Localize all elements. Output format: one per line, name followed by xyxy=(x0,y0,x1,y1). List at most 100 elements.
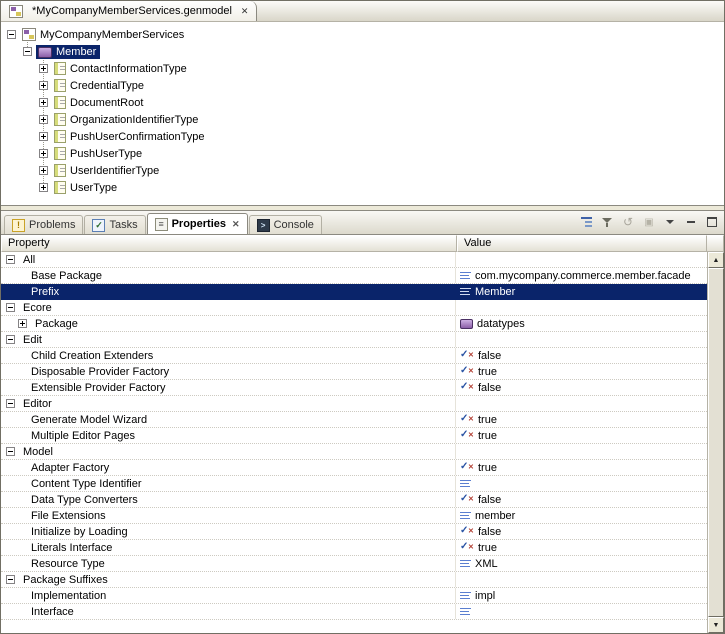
property-row-content-type-identifier[interactable]: Content Type Identifier xyxy=(1,476,707,492)
tree-item-usertype[interactable]: UserType xyxy=(1,179,724,196)
tab-console[interactable]: Console xyxy=(248,215,322,234)
expand-icon[interactable] xyxy=(39,115,48,124)
property-value-cell[interactable] xyxy=(456,396,707,411)
property-name-cell: Data Type Converters xyxy=(1,492,456,507)
property-value-cell[interactable]: datatypes xyxy=(456,316,707,331)
property-value-cell[interactable]: false xyxy=(456,380,707,395)
property-row-package[interactable]: Package datatypes xyxy=(1,316,707,332)
property-row-base-package[interactable]: Base Package com.mycompany.commerce.membe… xyxy=(1,268,707,284)
collapse-icon[interactable] xyxy=(6,399,15,408)
collapse-icon[interactable] xyxy=(23,47,32,56)
property-row-implementation[interactable]: Implementation impl xyxy=(1,588,707,604)
category-row-ecore[interactable]: Ecore xyxy=(1,300,707,316)
expand-icon[interactable] xyxy=(39,98,48,107)
property-row-data-type-converters[interactable]: Data Type Converters false xyxy=(1,492,707,508)
property-row-generate-model-wizard[interactable]: Generate Model Wizard true xyxy=(1,412,707,428)
property-value-cell[interactable]: true xyxy=(456,364,707,379)
tree-item-selection: ContactInformationType xyxy=(52,61,191,76)
tree-item-documentroot[interactable]: DocumentRoot xyxy=(1,94,724,111)
tree-item-contactinformationtype[interactable]: ContactInformationType xyxy=(1,60,724,77)
category-row-edit[interactable]: Edit xyxy=(1,332,707,348)
category-row-all[interactable]: All xyxy=(1,252,707,268)
bool-value-icon xyxy=(460,381,474,394)
property-row-child-creation-extenders[interactable]: Child Creation Extenders false xyxy=(1,348,707,364)
properties-icon xyxy=(154,217,168,231)
scroll-down-icon[interactable]: ▼ xyxy=(708,617,724,633)
property-row-adapter-factory[interactable]: Adapter Factory true xyxy=(1,460,707,476)
editor-tab-close-icon[interactable]: ✕ xyxy=(241,6,249,17)
expand-icon[interactable] xyxy=(39,64,48,73)
tree-item-credentialtype[interactable]: CredentialType xyxy=(1,77,724,94)
tree-item-organizationidentifiertype[interactable]: OrganizationIdentifierType xyxy=(1,111,724,128)
property-value-cell[interactable]: com.mycompany.commerce.member.facade xyxy=(456,268,707,283)
property-value-cell[interactable]: true xyxy=(456,540,707,555)
tab-properties[interactable]: Properties ✕ xyxy=(146,213,248,234)
property-value-cell[interactable]: Member xyxy=(456,284,707,299)
expand-icon[interactable] xyxy=(39,183,48,192)
collapse-icon[interactable] xyxy=(6,303,15,312)
tab-problems[interactable]: Problems xyxy=(4,215,84,234)
property-value-cell[interactable]: true xyxy=(456,412,707,427)
property-value-cell[interactable]: member xyxy=(456,508,707,523)
minimize-icon[interactable] xyxy=(682,214,700,230)
tab-tasks[interactable]: Tasks xyxy=(84,215,146,234)
property-value-cell[interactable] xyxy=(456,604,707,619)
property-value-cell[interactable]: true xyxy=(456,460,707,475)
property-value-cell[interactable]: false xyxy=(456,524,707,539)
collapse-icon[interactable] xyxy=(7,30,16,39)
column-header-property[interactable]: Property xyxy=(1,235,457,252)
restore-default-icon[interactable] xyxy=(619,214,637,230)
pin-view-icon[interactable] xyxy=(640,214,658,230)
collapse-icon[interactable] xyxy=(6,447,15,456)
show-categories-icon[interactable] xyxy=(577,214,595,230)
tree-item-pushuserconfirmationtype[interactable]: PushUserConfirmationType xyxy=(1,128,724,145)
tab-close-icon[interactable]: ✕ xyxy=(232,219,240,230)
tree-item-mycompanymemberservices[interactable]: MyCompanyMemberServices xyxy=(1,26,724,43)
column-header-value[interactable]: Value xyxy=(457,235,707,252)
property-row-extensible-provider-factory[interactable]: Extensible Provider Factory false xyxy=(1,380,707,396)
property-row-disposable-provider-factory[interactable]: Disposable Provider Factory true xyxy=(1,364,707,380)
expand-icon[interactable] xyxy=(39,81,48,90)
maximize-icon[interactable] xyxy=(703,214,721,230)
collapse-icon[interactable] xyxy=(6,335,15,344)
vertical-scrollbar[interactable]: ▲ ▼ xyxy=(707,252,724,633)
tree-item-pushusertype[interactable]: PushUserType xyxy=(1,145,724,162)
property-row-multiple-editor-pages[interactable]: Multiple Editor Pages true xyxy=(1,428,707,444)
property-name: Interface xyxy=(31,605,74,618)
property-value-cell[interactable] xyxy=(456,300,707,315)
property-value-cell[interactable] xyxy=(456,572,707,587)
expand-icon[interactable] xyxy=(39,132,48,141)
property-name: All xyxy=(23,253,36,266)
expand-icon[interactable] xyxy=(39,166,48,175)
property-row-interface[interactable]: Interface xyxy=(1,604,707,620)
property-row-initialize-by-loading[interactable]: Initialize by Loading false xyxy=(1,524,707,540)
property-row-file-extensions[interactable]: File Extensions member xyxy=(1,508,707,524)
property-value-cell[interactable] xyxy=(456,476,707,491)
editor-tab-genmodel[interactable]: *MyCompanyMemberServices.genmodel ✕ xyxy=(1,1,258,21)
property-value-cell[interactable]: true xyxy=(456,428,707,443)
property-value-cell[interactable]: XML xyxy=(456,556,707,571)
scrollbar-thumb[interactable] xyxy=(708,268,724,617)
category-row-editor[interactable]: Editor xyxy=(1,396,707,412)
expand-icon[interactable] xyxy=(18,319,27,328)
property-row-literals-interface[interactable]: Literals Interface true xyxy=(1,540,707,556)
scroll-up-icon[interactable]: ▲ xyxy=(708,252,724,268)
view-menu-icon[interactable] xyxy=(661,214,679,230)
property-value-cell[interactable] xyxy=(456,332,707,347)
category-row-model[interactable]: Model xyxy=(1,444,707,460)
collapse-icon[interactable] xyxy=(6,575,15,584)
property-value-cell[interactable]: false xyxy=(456,492,707,507)
property-value-cell[interactable] xyxy=(456,252,707,267)
property-row-prefix[interactable]: Prefix Member xyxy=(1,284,707,300)
property-row-resource-type[interactable]: Resource Type XML xyxy=(1,556,707,572)
expand-icon[interactable] xyxy=(39,149,48,158)
property-value-cell[interactable] xyxy=(456,444,707,459)
category-row-package-suffixes[interactable]: Package Suffixes xyxy=(1,572,707,588)
tree-item-member[interactable]: Member xyxy=(1,43,724,60)
text-value-icon xyxy=(460,606,471,617)
property-value-cell[interactable]: false xyxy=(456,348,707,363)
collapse-icon[interactable] xyxy=(6,255,15,264)
property-value-cell[interactable]: impl xyxy=(456,588,707,603)
show-advanced-icon[interactable] xyxy=(598,214,616,230)
tree-item-useridentifiertype[interactable]: UserIdentifierType xyxy=(1,162,724,179)
